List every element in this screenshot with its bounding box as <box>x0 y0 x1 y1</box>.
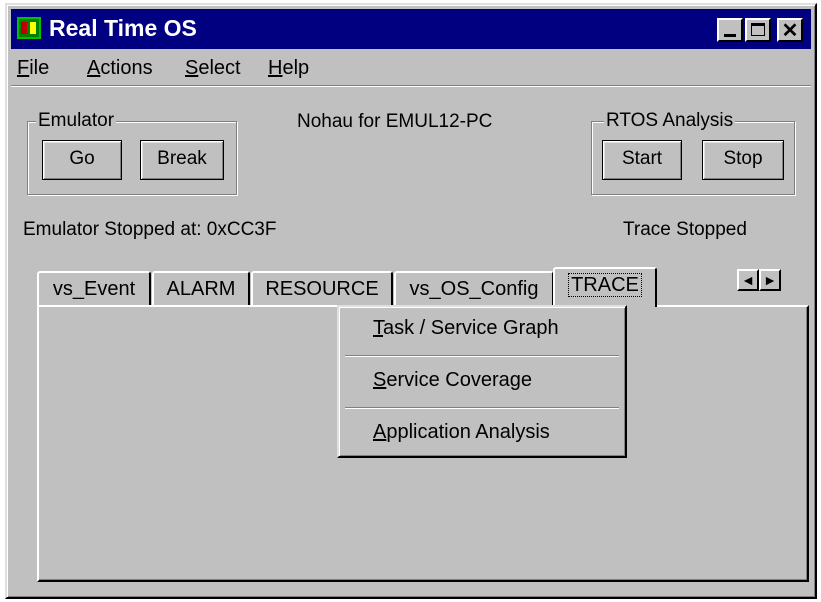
go-button[interactable]: Go <box>42 140 122 180</box>
start-button[interactable]: Start <box>602 140 682 180</box>
menu-actions[interactable]: Actions <box>87 57 153 80</box>
tab-trace[interactable]: TRACE <box>553 267 657 307</box>
minimize-icon <box>724 34 736 37</box>
menu-bar: File Actions Select Help <box>11 53 811 83</box>
app-icon[interactable] <box>17 17 41 39</box>
window-title: Real Time OS <box>49 15 197 41</box>
minimize-button[interactable] <box>717 18 743 42</box>
title-bar[interactable]: Real Time OS ✕ <box>11 9 811 49</box>
emulator-group: Emulator Go Break <box>27 110 237 195</box>
rtos-analysis-group-label: RTOS Analysis <box>604 110 736 132</box>
popup-divider <box>345 355 619 357</box>
maximize-icon <box>751 23 765 36</box>
stop-button[interactable]: Stop <box>702 140 784 180</box>
trace-status: Trace Stopped <box>623 219 747 240</box>
tab-resource[interactable]: RESOURCE <box>251 271 393 307</box>
app-window: Real Time OS ✕ File Actions Select Help … <box>5 3 817 599</box>
tab-scroll-left-button[interactable]: ◄ <box>737 269 759 291</box>
tab-vs-os-config[interactable]: vs_OS_Config <box>394 271 554 307</box>
tab-scroll-right-button[interactable]: ► <box>759 269 781 291</box>
tab-alarm[interactable]: ALARM <box>152 271 250 307</box>
menu-select[interactable]: Select <box>185 57 241 80</box>
break-button[interactable]: Break <box>140 140 224 180</box>
tab-vs-event[interactable]: vs_Event <box>37 271 151 307</box>
maximize-button[interactable] <box>745 18 771 42</box>
menu-help[interactable]: Help <box>268 57 309 80</box>
rtos-analysis-group: RTOS Analysis Start Stop <box>591 110 795 195</box>
emulator-group-label: Emulator <box>36 110 117 132</box>
popup-divider <box>345 407 619 409</box>
menu-file[interactable]: File <box>17 57 49 80</box>
target-label: Nohau for EMUL12-PC <box>297 111 493 132</box>
menu-item-service-coverage[interactable]: Service Coverage <box>373 369 532 392</box>
emulator-status: Emulator Stopped at: 0xCC3F <box>23 219 277 240</box>
menu-item-task-service-graph[interactable]: Task / Service Graph <box>373 317 559 340</box>
close-button[interactable]: ✕ <box>777 18 803 42</box>
menu-item-application-analysis[interactable]: Application Analysis <box>373 421 550 444</box>
close-icon: ✕ <box>781 20 799 42</box>
trace-popup-menu: Task / Service Graph Service Coverage Ap… <box>337 305 627 458</box>
menu-divider <box>11 85 811 87</box>
